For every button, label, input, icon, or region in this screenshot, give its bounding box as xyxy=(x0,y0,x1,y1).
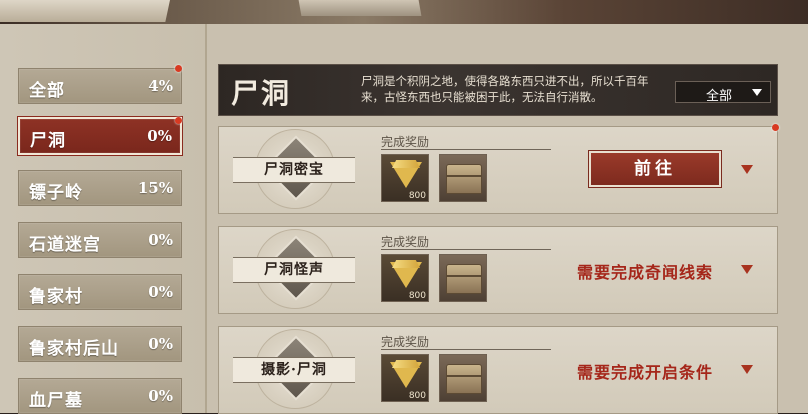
chest-icon xyxy=(446,364,482,394)
quest-title: 摄影·尸洞 xyxy=(233,357,355,383)
notification-dot xyxy=(175,117,182,124)
chest-icon xyxy=(446,164,482,194)
gem-highlight xyxy=(392,260,420,268)
notification-dot xyxy=(175,65,182,72)
sidebar-item-progress: 0% xyxy=(148,387,173,405)
sidebar-item-progress: 0% xyxy=(148,283,173,301)
reward-label: 完成奖励 xyxy=(381,235,430,249)
section-header: 尸洞 尸洞是个积阴之地，使得各路东西只进不出，所以千百年来，古怪东西也只能被困于… xyxy=(218,64,778,116)
go-button[interactable]: 前往 xyxy=(588,150,722,188)
sidebar-item-lujiacun-houshan[interactable]: 鲁家村后山 0% xyxy=(18,326,182,362)
quest-emblem: 尸洞密宝 xyxy=(233,127,355,213)
sidebar-item-label: 镖子岭 xyxy=(29,183,83,203)
sidebar-item-shidaomigong[interactable]: 石道迷宫 0% xyxy=(18,222,182,258)
reward-divider xyxy=(381,149,551,150)
chest-icon xyxy=(446,264,482,294)
reward-gem-item[interactable]: 800 xyxy=(381,154,429,202)
gem-highlight xyxy=(392,360,420,368)
sidebar-item-progress: 0% xyxy=(148,335,173,353)
expand-arrow-icon[interactable] xyxy=(741,165,753,174)
filter-dropdown[interactable]: 全部 xyxy=(675,81,771,104)
section-description: 尸洞是个积阴之地，使得各路东西只进不出，所以千百年来，古怪东西也只能被困于此，无… xyxy=(361,74,649,104)
sidebar-item-all[interactable]: 全部 4% xyxy=(18,68,182,104)
notification-dot xyxy=(772,124,779,131)
filter-value: 全部 xyxy=(706,89,733,104)
dropdown-arrow-icon xyxy=(752,89,762,96)
quest-card: 摄影·尸洞 完成奖励 800 需要完成开启条件 xyxy=(218,326,778,414)
expand-arrow-icon[interactable] xyxy=(741,265,753,274)
reward-chest-item[interactable] xyxy=(439,154,487,202)
sidebar-item-biaoziling[interactable]: 镖子岭 15% xyxy=(18,170,182,206)
sidebar-item-progress: 0% xyxy=(148,231,173,249)
sidebar-item-progress: 0% xyxy=(147,127,172,145)
gem-highlight xyxy=(392,160,420,168)
quest-card: 尸洞密宝 完成奖励 800 前往 xyxy=(218,126,778,214)
sidebar-item-label: 石道迷宫 xyxy=(29,235,101,255)
sidebar-item-lujiacun[interactable]: 鲁家村 0% xyxy=(18,274,182,310)
quest-card: 尸洞怪声 完成奖励 800 需要完成奇闻线索 xyxy=(218,226,778,314)
background-paper xyxy=(298,0,422,16)
requirement-text: 需要完成奇闻线索 xyxy=(577,263,714,282)
sidebar-item-label: 鲁家村后山 xyxy=(29,339,119,359)
sidebar-item-progress: 4% xyxy=(148,77,173,95)
quest-title: 尸洞怪声 xyxy=(233,257,355,283)
reward-divider xyxy=(381,349,551,350)
section-title: 尸洞 xyxy=(231,77,292,110)
quest-title: 尸洞密宝 xyxy=(233,157,355,183)
reward-chest-item[interactable] xyxy=(439,354,487,402)
background-paper xyxy=(0,0,170,22)
reward-label: 完成奖励 xyxy=(381,335,430,349)
reward-divider xyxy=(381,249,551,250)
quest-emblem: 摄影·尸洞 xyxy=(233,327,355,413)
sidebar-item-label: 全部 xyxy=(29,81,65,101)
reward-gem-item[interactable]: 800 xyxy=(381,354,429,402)
sidebar-item-label: 尸洞 xyxy=(30,131,66,151)
requirement-text: 需要完成开启条件 xyxy=(577,363,714,382)
sidebar-item-label: 血尸墓 xyxy=(29,391,83,411)
reward-quantity: 800 xyxy=(408,191,426,201)
reward-quantity: 800 xyxy=(408,291,426,301)
background-top xyxy=(0,0,808,24)
sidebar-item-shidong[interactable]: 尸洞 0% xyxy=(17,116,183,156)
reward-label: 完成奖励 xyxy=(381,135,430,149)
quest-emblem: 尸洞怪声 xyxy=(233,227,355,313)
reward-gem-item[interactable]: 800 xyxy=(381,254,429,302)
sidebar-divider xyxy=(205,24,207,413)
sidebar-item-progress: 15% xyxy=(137,179,173,197)
reward-quantity: 800 xyxy=(408,391,426,401)
sidebar-item-xueshimu[interactable]: 血尸墓 0% xyxy=(18,378,182,414)
expand-arrow-icon[interactable] xyxy=(741,365,753,374)
sidebar-item-label: 鲁家村 xyxy=(29,287,83,307)
reward-chest-item[interactable] xyxy=(439,254,487,302)
